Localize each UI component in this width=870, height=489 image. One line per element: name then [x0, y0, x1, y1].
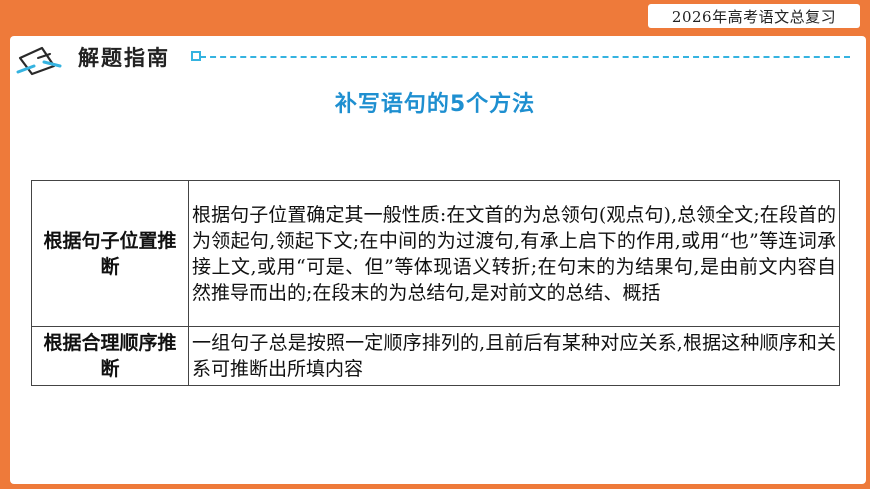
- header-dashed-line: [200, 56, 850, 58]
- method-label: 根据句子位置推断: [31, 180, 189, 327]
- method-description: 根据句子位置确定其一般性质:在文首的为总领句(观点句),总领全文;在段首的为领起…: [188, 180, 840, 327]
- method-label: 根据合理顺序推断: [31, 326, 189, 386]
- section-title: 解题指南: [78, 46, 170, 70]
- course-badge: 2026年高考语文总复习: [648, 4, 860, 28]
- methods-table: 根据句子位置推断 根据句子位置确定其一般性质:在文首的为总领句(观点句),总领全…: [31, 180, 840, 386]
- notebook-pen-icon: [16, 46, 62, 76]
- table-row: 根据句子位置推断 根据句子位置确定其一般性质:在文首的为总领句(观点句),总领全…: [31, 180, 840, 327]
- table-row: 根据合理顺序推断 一组句子总是按照一定顺序排列的,且前后有某种对应关系,根据这种…: [31, 326, 840, 386]
- method-description: 一组句子总是按照一定顺序排列的,且前后有某种对应关系,根据这种顺序和关系可推断出…: [188, 326, 840, 386]
- section-header: 解题指南: [10, 36, 850, 76]
- page-subtitle: 补写语句的5个方法: [334, 92, 536, 117]
